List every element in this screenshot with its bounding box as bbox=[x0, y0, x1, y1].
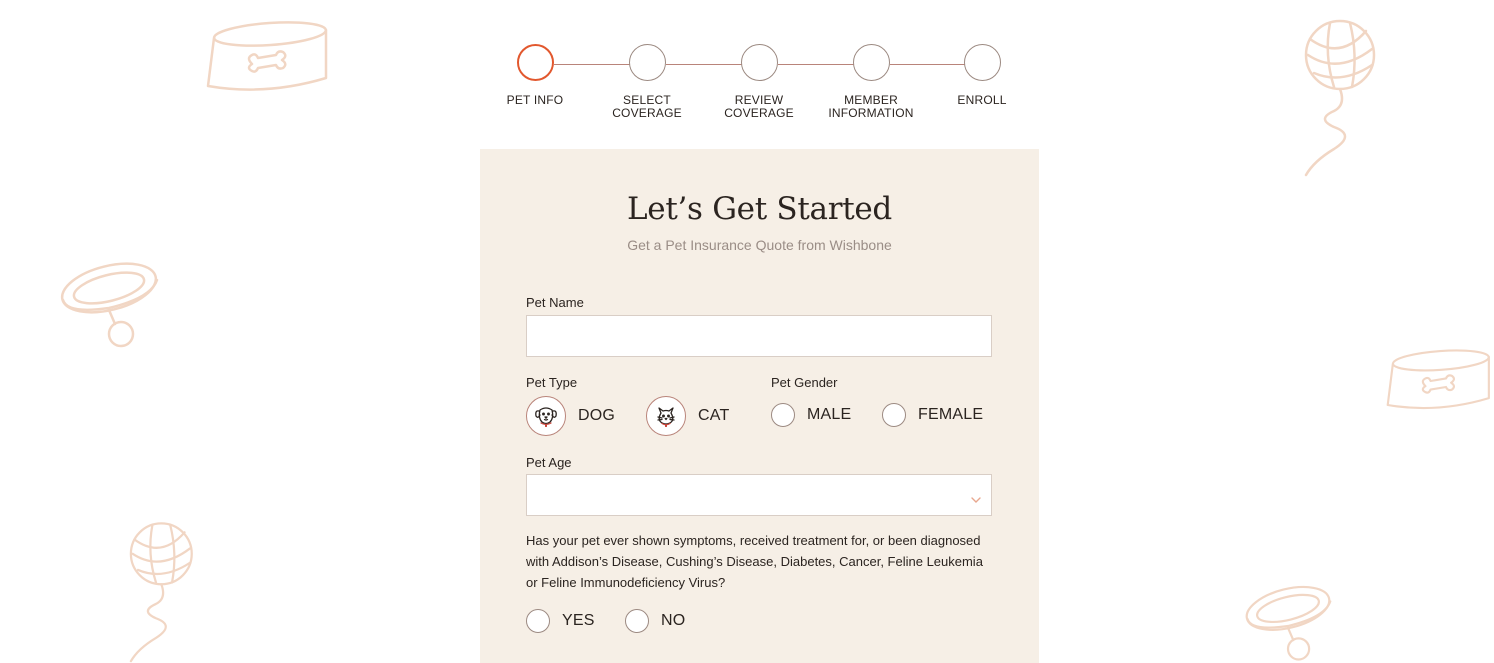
dog-icon bbox=[526, 396, 566, 436]
pet-gender-male-option[interactable]: MALE bbox=[771, 403, 851, 427]
health-yes-option[interactable]: YES bbox=[526, 609, 595, 633]
step-select-coverage[interactable]: SELECT COVERAGE bbox=[587, 44, 707, 120]
step-label: REVIEW COVERAGE bbox=[724, 93, 794, 120]
male-radio[interactable] bbox=[771, 403, 795, 427]
pet-name-label: Pet Name bbox=[526, 295, 584, 310]
quote-form-card: Let’s Get Started Get a Pet Insurance Qu… bbox=[480, 149, 1039, 663]
pet-gender-option-label: MALE bbox=[807, 406, 852, 423]
step-indicator bbox=[963, 44, 1001, 81]
pet-type-option-label: DOG bbox=[578, 407, 616, 424]
chevron-down-icon bbox=[971, 491, 981, 509]
pet-type-label: Pet Type bbox=[526, 375, 578, 390]
yarn-ball-icon bbox=[112, 518, 216, 663]
no-radio[interactable] bbox=[625, 609, 649, 633]
step-enroll[interactable]: ENROLL bbox=[922, 44, 1042, 107]
step-label: ENROLL bbox=[957, 93, 1007, 107]
step-label: MEMBER INFORMATION bbox=[828, 93, 914, 120]
health-question: Has your pet ever shown symptoms, receiv… bbox=[526, 533, 983, 590]
progress-stepper: PET INFO SELECT COVERAGE REVIEW COVERAGE M… bbox=[500, 44, 1040, 134]
pet-bowl-icon bbox=[1386, 345, 1494, 417]
step-pet-info[interactable]: PET INFO bbox=[475, 44, 595, 107]
step-label: PET INFO bbox=[506, 93, 564, 107]
step-indicator bbox=[852, 44, 890, 81]
step-member-information[interactable]: MEMBER INFORMATION bbox=[811, 44, 931, 120]
pet-name-input[interactable] bbox=[526, 315, 992, 357]
step-review-coverage[interactable]: REVIEW COVERAGE bbox=[699, 44, 819, 120]
yarn-ball-icon bbox=[1294, 15, 1392, 177]
step-indicator bbox=[628, 44, 666, 81]
health-option-label: YES bbox=[562, 612, 595, 629]
female-radio[interactable] bbox=[882, 403, 906, 427]
pet-gender-option-label: FEMALE bbox=[918, 406, 984, 423]
health-no-option[interactable]: NO bbox=[625, 609, 685, 633]
step-indicator bbox=[740, 44, 778, 81]
page-title: Let’s Get Started bbox=[627, 191, 892, 227]
pet-gender-label: Pet Gender bbox=[771, 375, 838, 390]
pet-age-select[interactable] bbox=[526, 474, 992, 516]
pet-collar-icon bbox=[55, 258, 163, 350]
step-indicator-active bbox=[516, 44, 554, 81]
pet-type-dog-option[interactable]: DOG bbox=[526, 396, 615, 436]
pet-type-option-label: CAT bbox=[698, 407, 730, 424]
step-label: SELECT COVERAGE bbox=[612, 93, 682, 120]
page-subtitle: Get a Pet Insurance Quote from Wishbone bbox=[627, 237, 892, 253]
pet-gender-female-option[interactable]: FEMALE bbox=[882, 403, 983, 427]
pet-age-label: Pet Age bbox=[526, 455, 572, 470]
pet-bowl-icon bbox=[206, 20, 332, 96]
yes-radio[interactable] bbox=[526, 609, 550, 633]
pet-type-cat-option[interactable]: CAT bbox=[646, 396, 729, 436]
cat-icon bbox=[646, 396, 686, 436]
health-option-label: NO bbox=[661, 612, 686, 629]
pet-collar-icon bbox=[1234, 582, 1342, 663]
